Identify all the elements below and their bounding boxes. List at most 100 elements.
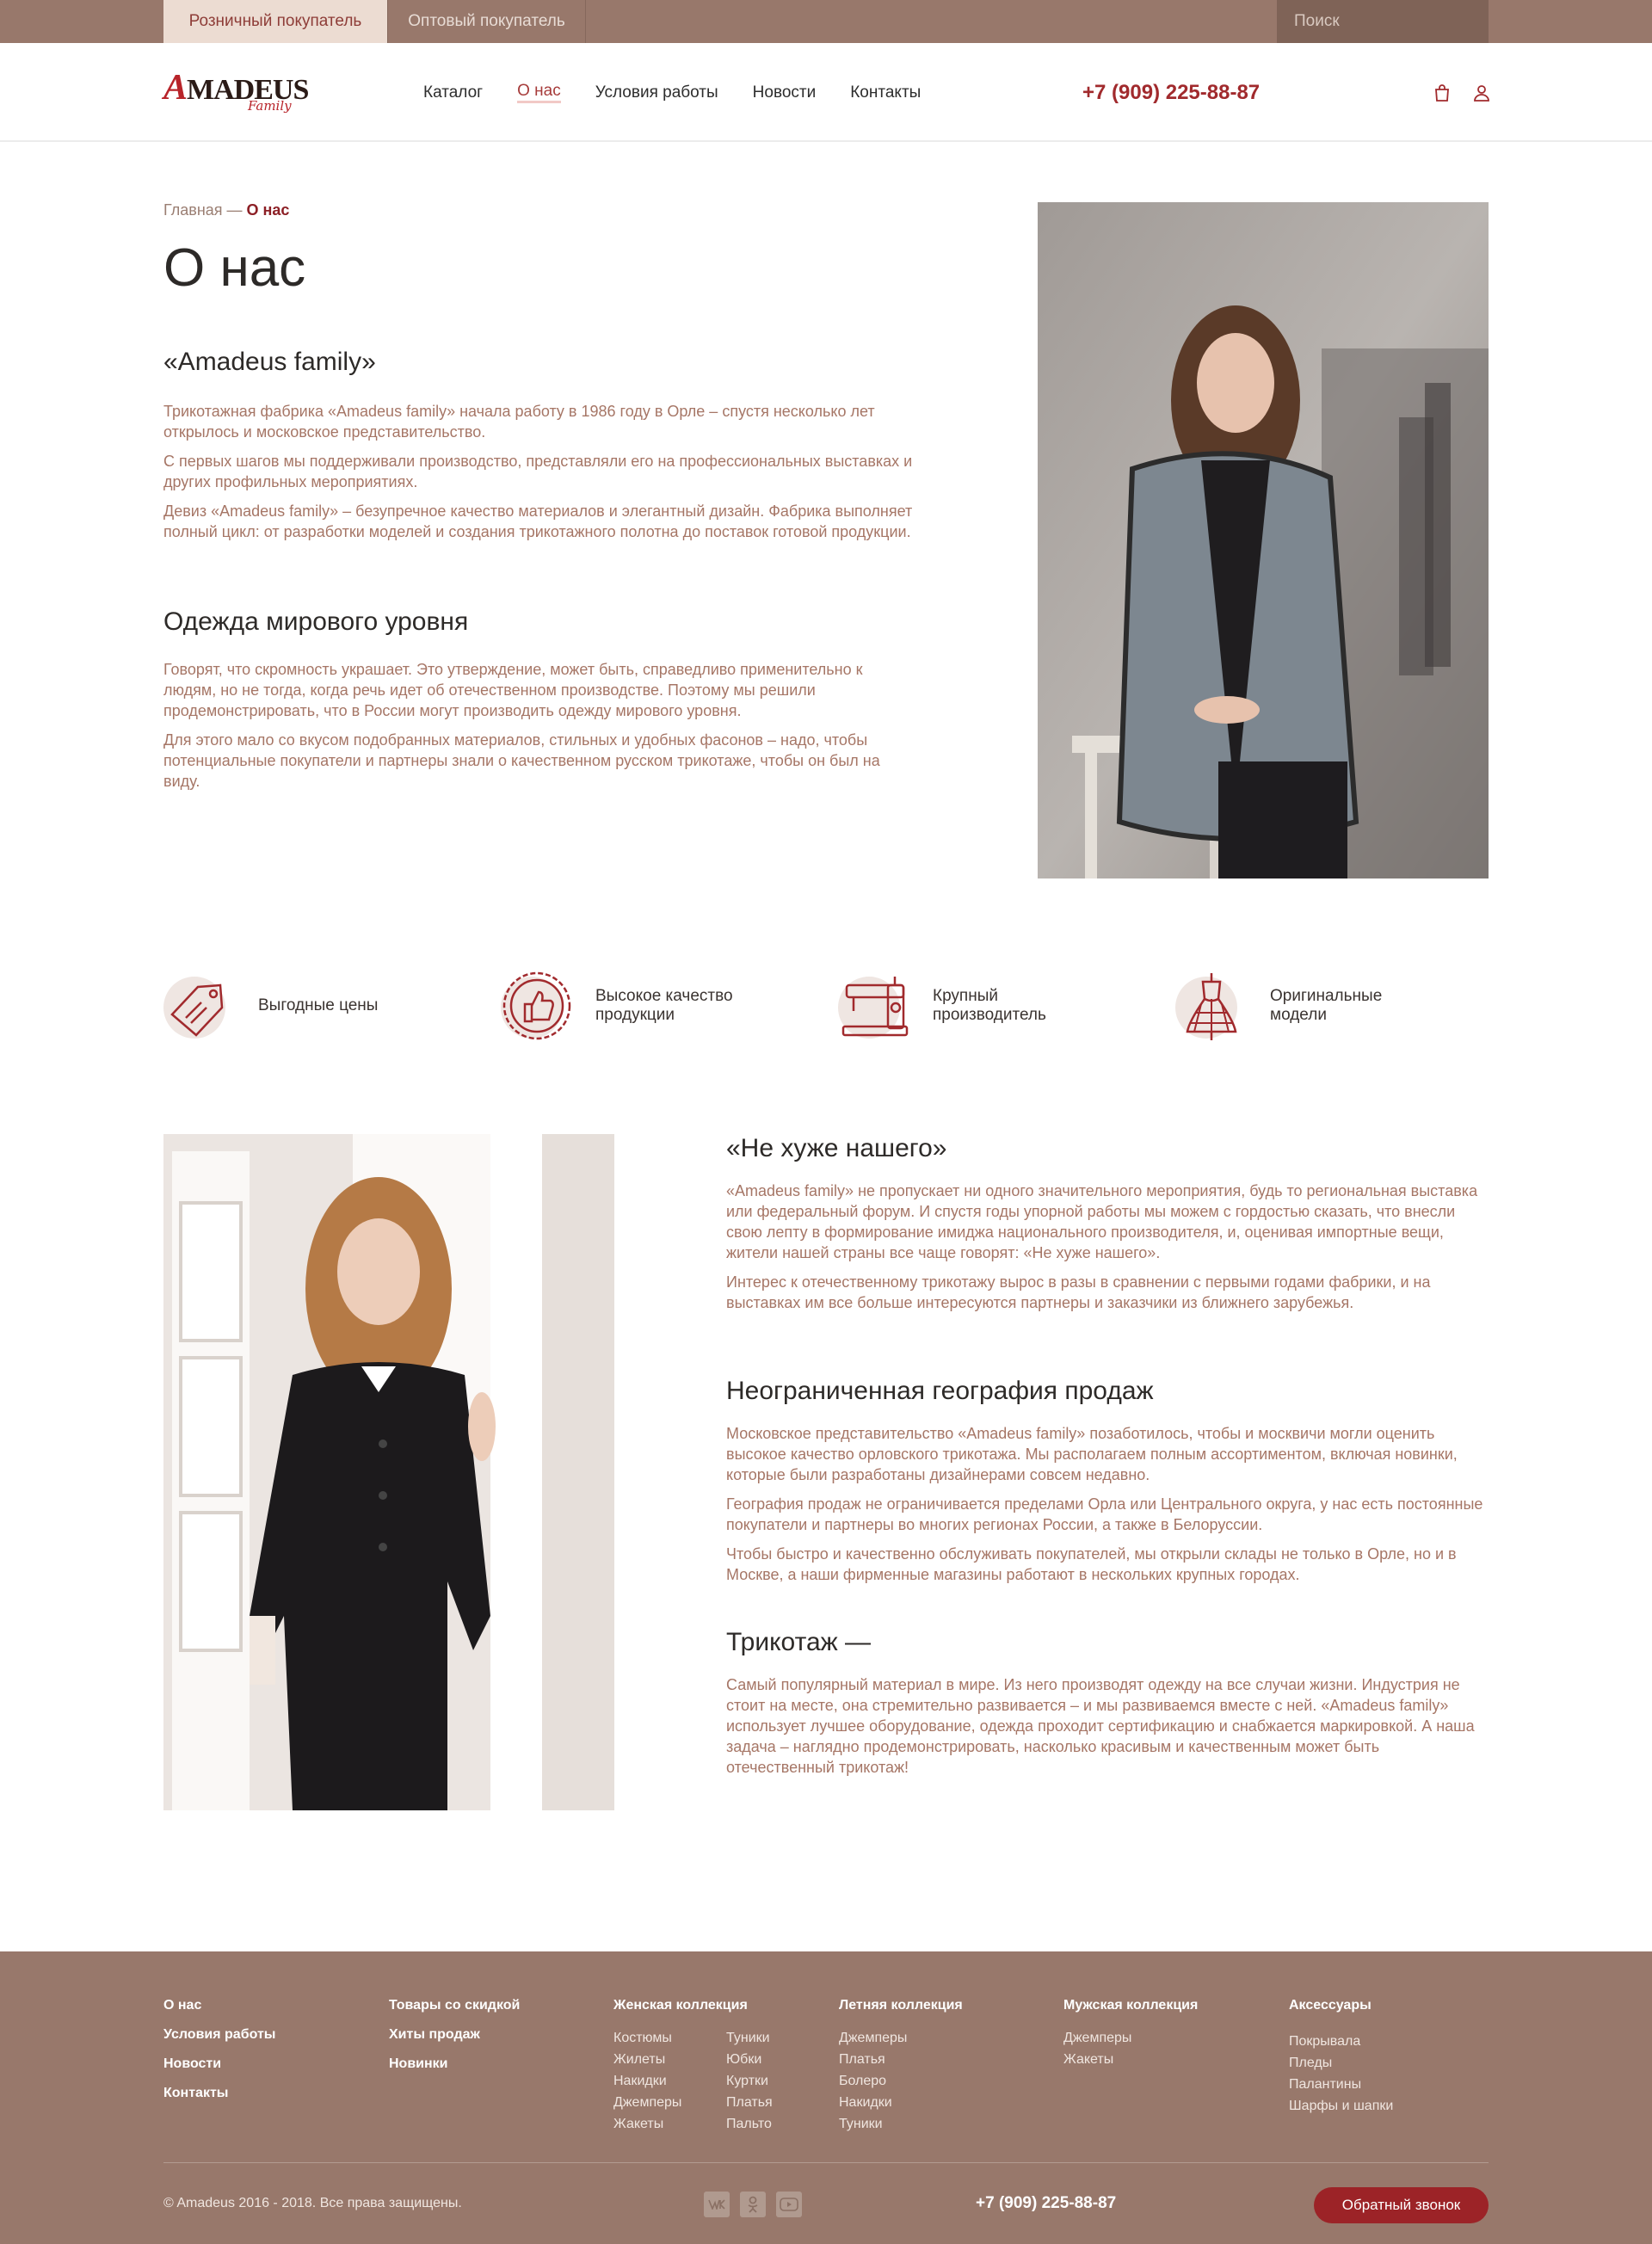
footer-link[interactable]: Платья [839, 2049, 963, 2070]
breadcrumb-home[interactable]: Главная [163, 201, 223, 219]
section-knitwear-title: Трикотаж — [726, 1628, 872, 1656]
footer-link[interactable]: Туники [726, 2027, 773, 2049]
model-photo-black-jacket [163, 1134, 614, 1810]
paragraph: «Amadeus family» не пропускает ни одного… [726, 1182, 1478, 1261]
sewing-machine-icon [838, 977, 909, 1039]
footer-link[interactable]: Пледы [1289, 2052, 1393, 2074]
footer-link[interactable]: Туники [839, 2113, 963, 2135]
footer-col-women: Женская коллекция Костюмы Жилеты Накидки… [613, 1998, 773, 2135]
footer-heading[interactable]: Мужская коллекция [1063, 1998, 1198, 2013]
footer-link[interactable]: Жакеты [1063, 2049, 1198, 2070]
paragraph: Московское представительство «Amadeus fa… [726, 1425, 1458, 1483]
paragraph: С первых шагов мы поддерживали производс… [163, 453, 913, 490]
paragraph: Интерес к отечественному трикотажу вырос… [726, 1273, 1431, 1311]
section-not-worse-title: «Не хуже нашего» [726, 1134, 947, 1162]
breadcrumb-separator: — [222, 201, 247, 219]
footer-link[interactable]: Юбки [726, 2049, 773, 2070]
footer-heading[interactable]: Аксессуары [1289, 1998, 1393, 2013]
amadeus-logo[interactable]: AMADEUS Family [163, 64, 309, 120]
footer-link[interactable]: Жакеты [613, 2113, 726, 2135]
paragraph: География продаж не ограничивается преде… [726, 1495, 1483, 1533]
feature-label: Высокое качество продукции [595, 987, 733, 1024]
feature-label: Выгодные цены [258, 996, 379, 1014]
footer-link[interactable]: Жилеты [613, 2049, 726, 2070]
copyright: © Amadeus 2016 - 2018. Все права защищен… [163, 2196, 462, 2210]
footer-link[interactable]: Накидки [613, 2070, 726, 2092]
footer-link[interactable]: Куртки [726, 2070, 773, 2092]
feature-quality: Высокое качество продукции [501, 967, 767, 1045]
paragraph: Девиз «Amadeus family» – безупречное кач… [163, 502, 913, 540]
nav-contacts[interactable]: Контакты [850, 83, 921, 102]
feature-label: Крупный производитель [933, 987, 1046, 1024]
social-links [704, 2192, 802, 2217]
paragraph: Самый популярный материал в мире. Из нег… [726, 1676, 1475, 1776]
footer-link[interactable]: О нас [163, 1991, 275, 2020]
footer-divider [163, 2162, 1489, 2163]
tab-retail-buyer[interactable]: Розничный покупатель [163, 0, 388, 43]
footer-link[interactable]: Новинки [389, 2050, 520, 2079]
feature-manufacturer: Крупный производитель [838, 967, 1105, 1045]
paragraph: Чтобы быстро и качественно обслуживать п… [726, 1545, 1457, 1583]
search-box [1277, 0, 1505, 43]
section-amadeus-text: Трикотажная фабрика «Amadeus family» нач… [163, 401, 929, 551]
buyer-type-tabs: Розничный покупатель Оптовый покупатель [163, 0, 586, 43]
breadcrumb: Главная — О нас [163, 201, 289, 219]
breadcrumb-current: О нас [246, 201, 290, 219]
footer-link[interactable]: Шарфы и шапки [1289, 2095, 1393, 2117]
footer-link[interactable]: Джемперы [839, 2027, 963, 2049]
nav-about[interactable]: О нас [517, 82, 561, 103]
footer-link[interactable]: Платья [726, 2092, 773, 2113]
youtube-icon[interactable] [776, 2192, 802, 2217]
page-title: О нас [163, 238, 306, 298]
section-geography-title: Неограниченная география продаж [726, 1377, 1154, 1405]
odnoklassniki-icon[interactable] [740, 2192, 766, 2217]
footer-col-men: Мужская коллекция Джемперы Жакеты [1063, 1998, 1198, 2070]
feature-label: Оригинальные модели [1270, 987, 1383, 1024]
nav-catalog[interactable]: Каталог [423, 83, 483, 102]
footer-link[interactable]: Пальто [726, 2113, 773, 2135]
vk-icon[interactable] [704, 2192, 730, 2217]
section-geography-text: Московское представительство «Amadeus fa… [726, 1423, 1489, 1594]
paragraph: Говорят, что скромность украшает. Это ут… [163, 661, 863, 719]
footer-heading[interactable]: Женская коллекция [613, 1998, 773, 2013]
thumbs-up-badge-icon [501, 971, 571, 1040]
section-not-worse-text: «Amadeus family» не пропускает ни одного… [726, 1181, 1489, 1322]
footer-heading[interactable]: Летняя коллекция [839, 1998, 963, 2013]
footer-link[interactable]: Болеро [839, 2070, 963, 2092]
user-icon[interactable] [1471, 83, 1492, 103]
footer-link[interactable]: Покрывала [1289, 2031, 1393, 2052]
top-bar: Розничный покупатель Оптовый покупатель [0, 0, 1652, 43]
tab-wholesale-buyer[interactable]: Оптовый покупатель [388, 0, 586, 43]
footer-link[interactable]: Товары со скидкой [389, 1991, 520, 2020]
price-tag-icon [163, 977, 225, 1039]
paragraph: Для этого мало со вкусом подобранных мат… [163, 731, 880, 790]
feature-prices: Выгодные цены [163, 967, 430, 1045]
footer-col-info: О нас Условия работы Новости Контакты [163, 1991, 275, 2108]
nav-news[interactable]: Новости [753, 83, 817, 102]
footer-col-accessories: Аксессуары Покрывала Пледы Палантины Шар… [1289, 1998, 1393, 2117]
footer-phone[interactable]: +7 (909) 225-88-87 [976, 2194, 1116, 2213]
callback-button[interactable]: Обратный звонок [1314, 2187, 1489, 2223]
footer-col-summer: Летняя коллекция Джемперы Платья Болеро … [839, 1998, 963, 2135]
footer-link[interactable]: Джемперы [1063, 2027, 1198, 2049]
dress-mannequin-icon [1175, 973, 1237, 1040]
section-world-class-text: Говорят, что скромность украшает. Это ут… [163, 659, 895, 800]
logo-script: Family [248, 98, 292, 114]
site-header: AMADEUS Family Каталог О нас Условия раб… [0, 43, 1652, 142]
footer-link[interactable]: Палантины [1289, 2074, 1393, 2095]
paragraph: Трикотажная фабрика «Amadeus family» нач… [163, 403, 875, 441]
shopping-bag-icon[interactable] [1432, 83, 1452, 103]
footer-link[interactable]: Хиты продаж [389, 2020, 520, 2050]
footer-link[interactable]: Условия работы [163, 2020, 275, 2050]
footer-link[interactable]: Новости [163, 2050, 275, 2079]
search-input[interactable] [1294, 12, 1505, 31]
nav-terms[interactable]: Условия работы [595, 83, 718, 102]
footer-link[interactable]: Контакты [163, 2079, 275, 2108]
footer-link[interactable]: Джемперы [613, 2092, 726, 2113]
footer-link[interactable]: Накидки [839, 2092, 963, 2113]
footer-link[interactable]: Костюмы [613, 2027, 726, 2049]
main-nav: Каталог О нас Условия работы Новости Кон… [423, 43, 955, 142]
feature-original-models: Оригинальные модели [1175, 967, 1442, 1045]
header-phone[interactable]: +7 (909) 225-88-87 [1082, 81, 1260, 105]
section-amadeus-title: «Amadeus family» [163, 348, 376, 376]
